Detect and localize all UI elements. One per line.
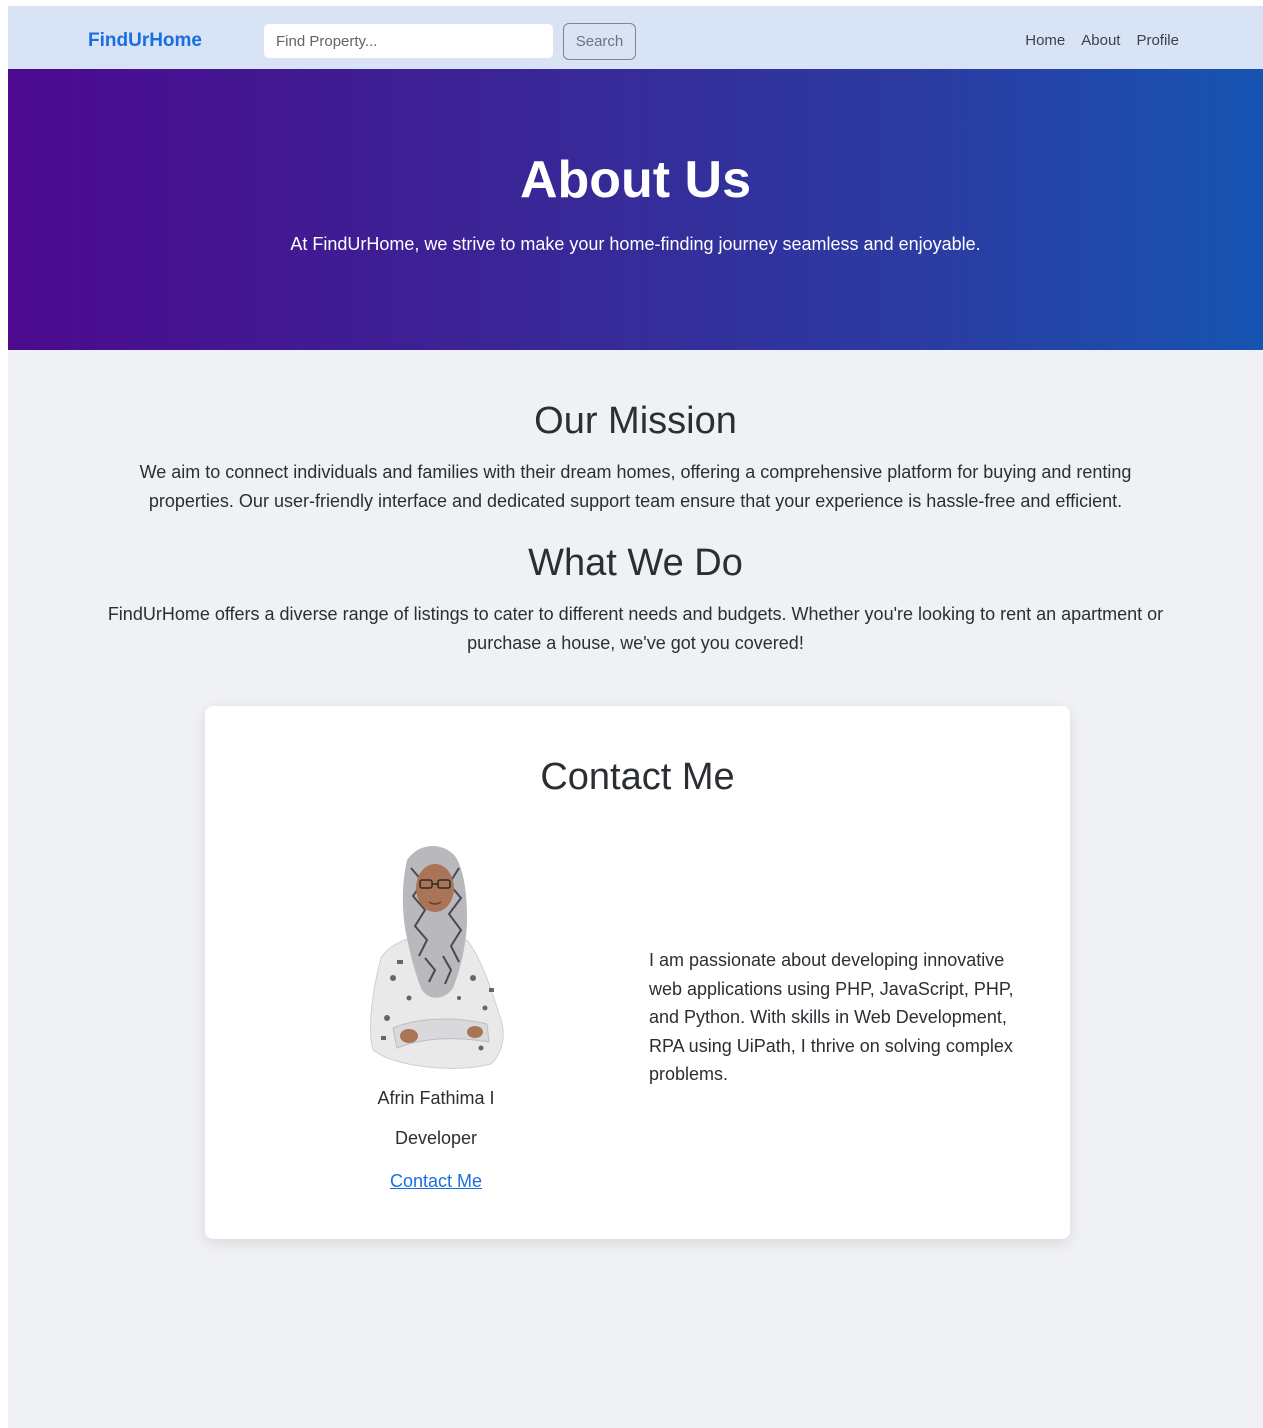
person-role: Developer bbox=[394, 1128, 478, 1148]
person-name: Afrin Fathima I bbox=[377, 1088, 495, 1108]
search-button[interactable]: Search bbox=[563, 23, 636, 60]
what-we-do-title: What We Do bbox=[528, 542, 743, 584]
nav-link-home[interactable]: Home bbox=[1025, 30, 1065, 52]
contact-title: Contact Me bbox=[540, 756, 735, 798]
mission-text: We aim to connect individuals and famili… bbox=[139, 462, 1132, 511]
navbar: FindUrHome Search Home About Profile bbox=[8, 6, 1263, 69]
nav-links: Home About Profile bbox=[1009, 30, 1179, 52]
hero-subtitle: At FindUrHome, we strive to make your ho… bbox=[290, 234, 981, 254]
contact-me-link[interactable]: Contact Me bbox=[315, 1169, 557, 1193]
contact-card: Contact Me Afrin Fathima I Developer Con… bbox=[205, 706, 1070, 1239]
nav-link-profile[interactable]: Profile bbox=[1136, 30, 1179, 52]
mission-title: Our Mission bbox=[534, 400, 737, 442]
brand-logo-link[interactable]: FindUrHome bbox=[88, 28, 202, 54]
nav-link-about[interactable]: About bbox=[1081, 30, 1120, 52]
hero-title: About Us bbox=[519, 151, 752, 209]
page: FindUrHome Search Home About Profile Abo… bbox=[8, 6, 1263, 1428]
bio-text: I am passionate about developing innovat… bbox=[649, 950, 1014, 1084]
profile-photo bbox=[370, 845, 504, 1069]
what-we-do-text: FindUrHome offers a diverse range of lis… bbox=[107, 604, 1164, 653]
search-input[interactable] bbox=[263, 23, 554, 59]
hero-banner: About Us At FindUrHome, we strive to mak… bbox=[8, 69, 1263, 350]
